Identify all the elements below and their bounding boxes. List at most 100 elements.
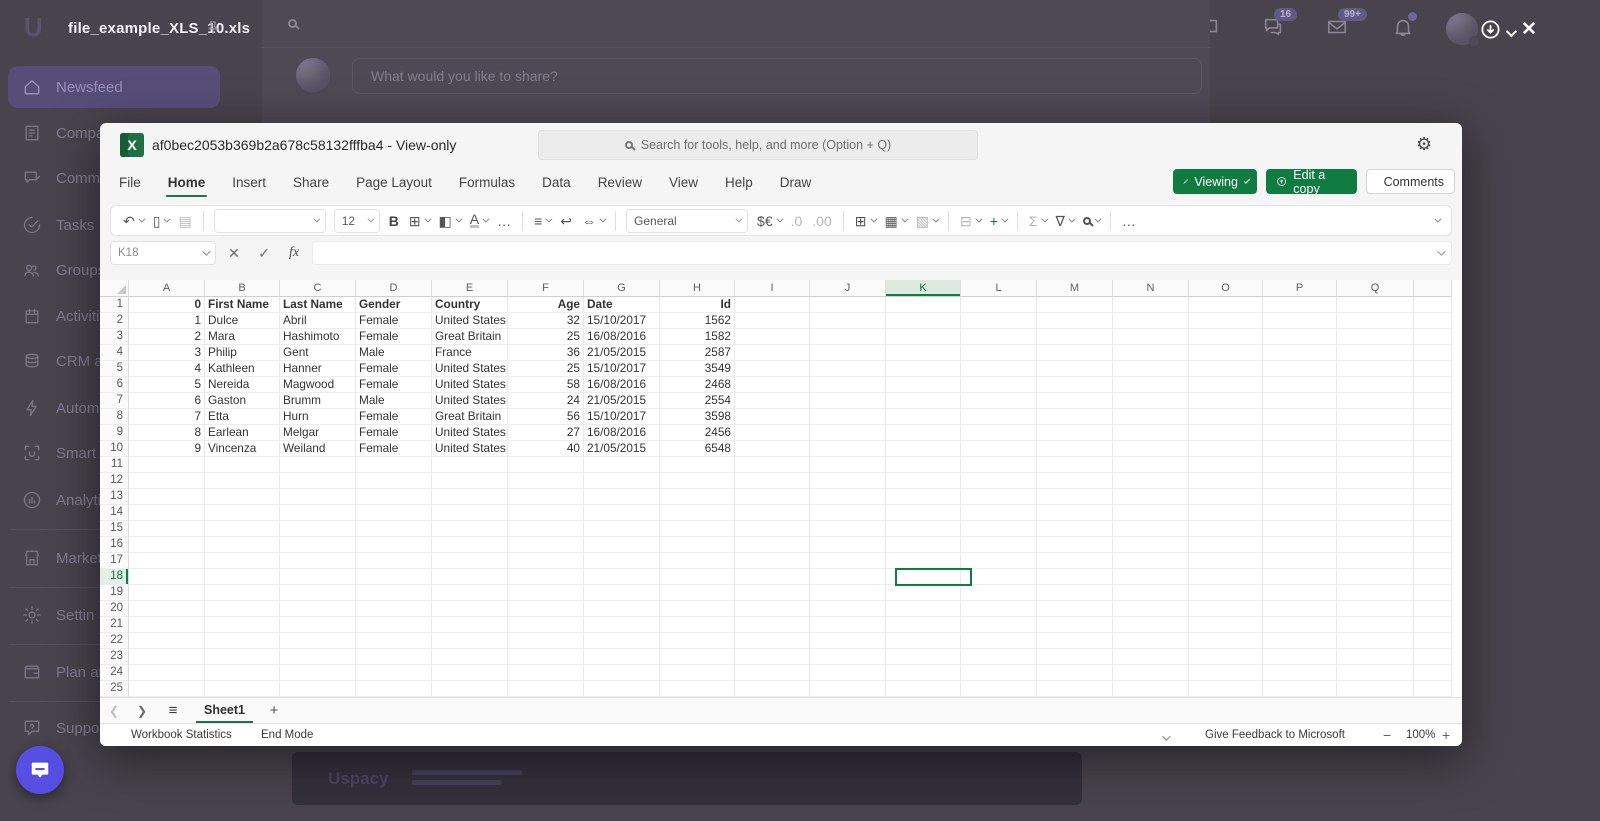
cell[interactable]: [1337, 345, 1414, 361]
cell[interactable]: [961, 473, 1037, 489]
cell[interactable]: 4: [129, 361, 205, 377]
cell[interactable]: [356, 585, 432, 601]
feedback-link[interactable]: Give Feedback to Microsoft: [1205, 724, 1345, 746]
cell[interactable]: [1037, 665, 1113, 681]
cell[interactable]: [1414, 505, 1452, 521]
cell[interactable]: [1337, 489, 1414, 505]
collapse-ribbon-icon[interactable]: [1430, 208, 1443, 234]
cell[interactable]: Weiland: [280, 441, 356, 457]
cell[interactable]: [129, 521, 205, 537]
decrease-decimal-icon[interactable]: .00: [808, 208, 835, 234]
cell[interactable]: [356, 521, 432, 537]
cell[interactable]: [1414, 585, 1452, 601]
cell[interactable]: [1337, 569, 1414, 585]
menu-tab-help[interactable]: Help: [725, 167, 753, 200]
cell[interactable]: [1113, 489, 1189, 505]
cell[interactable]: [584, 537, 660, 553]
cell[interactable]: [1189, 425, 1263, 441]
menu-tab-review[interactable]: Review: [598, 167, 642, 200]
cell[interactable]: [735, 665, 810, 681]
cell[interactable]: [1113, 361, 1189, 377]
row-header-7[interactable]: 7: [100, 393, 129, 409]
cell[interactable]: Melgar: [280, 425, 356, 441]
cell[interactable]: [356, 553, 432, 569]
cell[interactable]: [1037, 377, 1113, 393]
cell[interactable]: [961, 345, 1037, 361]
cell[interactable]: [1189, 345, 1263, 361]
cell[interactable]: [1189, 617, 1263, 633]
cell[interactable]: [886, 537, 961, 553]
cell[interactable]: [735, 473, 810, 489]
column-header-G[interactable]: G: [584, 280, 660, 297]
name-box[interactable]: K18: [110, 241, 216, 265]
cell[interactable]: [1337, 393, 1414, 409]
cell[interactable]: [129, 585, 205, 601]
cell[interactable]: [129, 489, 205, 505]
cell[interactable]: [886, 633, 961, 649]
cell[interactable]: [280, 585, 356, 601]
cell[interactable]: [1414, 473, 1452, 489]
cell[interactable]: [508, 601, 584, 617]
row-header-8[interactable]: 8: [100, 409, 129, 425]
cell[interactable]: Hashimoto: [280, 329, 356, 345]
cell[interactable]: [1113, 473, 1189, 489]
cell[interactable]: 16/08/2016: [584, 377, 660, 393]
cell[interactable]: [660, 617, 735, 633]
cell[interactable]: [961, 409, 1037, 425]
cell[interactable]: [810, 633, 886, 649]
cell[interactable]: [1189, 649, 1263, 665]
cell[interactable]: [961, 617, 1037, 633]
pin-icon[interactable]: [204, 19, 222, 42]
menu-tab-insert[interactable]: Insert: [232, 167, 266, 200]
column-header-N[interactable]: N: [1113, 280, 1189, 297]
sheet-tab[interactable]: Sheet1: [190, 698, 259, 724]
cell[interactable]: [961, 441, 1037, 457]
cell[interactable]: [1113, 553, 1189, 569]
cell[interactable]: [1414, 297, 1452, 313]
cell[interactable]: [1414, 681, 1452, 697]
cell[interactable]: [735, 425, 810, 441]
cell[interactable]: [1414, 553, 1452, 569]
cell[interactable]: [1263, 665, 1337, 681]
cell[interactable]: [432, 489, 508, 505]
cell[interactable]: Male: [356, 345, 432, 361]
cell[interactable]: [961, 329, 1037, 345]
cell[interactable]: [886, 585, 961, 601]
cell[interactable]: [810, 393, 886, 409]
cell[interactable]: [508, 585, 584, 601]
cell[interactable]: [886, 313, 961, 329]
row-header-10[interactable]: 10: [100, 441, 129, 457]
cell[interactable]: [1037, 425, 1113, 441]
cell[interactable]: 25: [508, 361, 584, 377]
cell[interactable]: [129, 617, 205, 633]
cell[interactable]: [735, 553, 810, 569]
cell[interactable]: [432, 473, 508, 489]
autosum-icon[interactable]: Σ: [1025, 208, 1050, 234]
cell[interactable]: [660, 633, 735, 649]
cell[interactable]: [886, 649, 961, 665]
cell[interactable]: [1414, 665, 1452, 681]
row-header-9[interactable]: 9: [100, 425, 129, 441]
align-icon[interactable]: ≡: [530, 208, 554, 234]
cell[interactable]: [810, 345, 886, 361]
download-icon[interactable]: [1479, 18, 1502, 46]
cell[interactable]: Female: [356, 313, 432, 329]
cell[interactable]: [1037, 361, 1113, 377]
cell[interactable]: [1263, 473, 1337, 489]
cell[interactable]: [1189, 377, 1263, 393]
cell[interactable]: [280, 553, 356, 569]
cell[interactable]: [1414, 617, 1452, 633]
cell[interactable]: Nereida: [205, 377, 280, 393]
cell[interactable]: [205, 473, 280, 489]
cell[interactable]: [432, 601, 508, 617]
cell[interactable]: 15/10/2017: [584, 361, 660, 377]
cell[interactable]: [205, 617, 280, 633]
column-header-I[interactable]: I: [735, 280, 810, 297]
cell[interactable]: [1189, 665, 1263, 681]
cell[interactable]: [205, 457, 280, 473]
cell[interactable]: [1113, 537, 1189, 553]
insert-cells-icon[interactable]: ⊟: [956, 208, 984, 234]
cell[interactable]: [1189, 297, 1263, 313]
cell[interactable]: Id: [660, 297, 735, 313]
cell[interactable]: [129, 457, 205, 473]
